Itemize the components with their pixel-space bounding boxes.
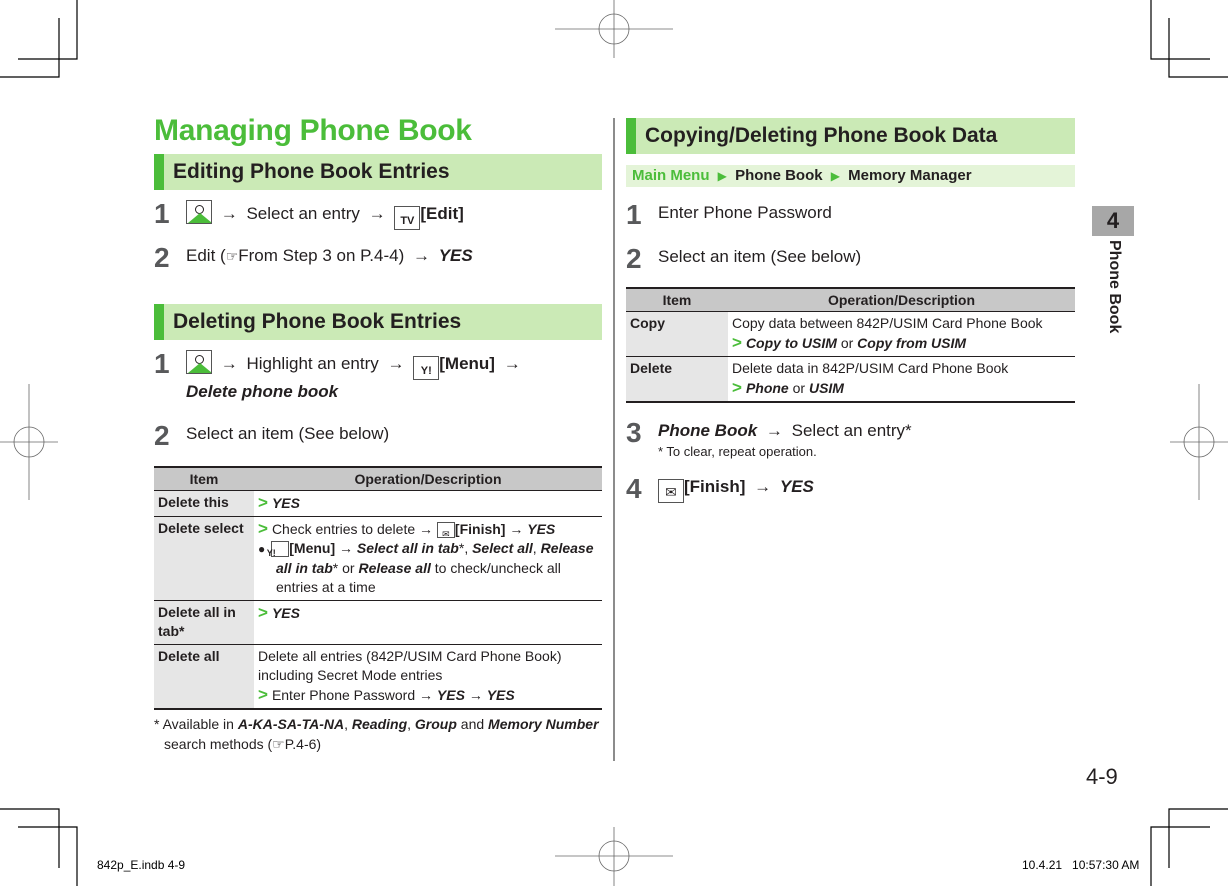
left-column: Editing Phone Book Entries 1 → Select an… <box>154 154 602 754</box>
phone-book-key-icon <box>186 350 212 374</box>
editing-step-2: 2 Edit (☞From Step 3 on P.4-4) → YES <box>154 242 473 273</box>
row-item: Delete select <box>154 516 254 601</box>
step-marker-icon: > <box>258 493 268 512</box>
chapter-label: Phone Book <box>1106 240 1123 334</box>
registration-mark-right <box>1170 384 1228 500</box>
key-label-menu: [Menu] <box>439 354 495 373</box>
yahoo-menu-key-icon: Y! <box>267 541 290 558</box>
table-header-row: Item Operation/Description <box>626 287 1075 312</box>
table-row: Delete Delete data in 842P/USIM Card Pho… <box>626 356 1075 403</box>
page-title: Managing Phone Book <box>154 114 472 147</box>
column-header-operation: Operation/Description <box>254 466 602 491</box>
crop-mark-bottom-left-inner <box>18 826 78 886</box>
page-reference: P.4-6) <box>284 736 322 752</box>
table-row: Delete all Delete all entries (842P/USIM… <box>154 644 602 710</box>
right-column: Copying/Deleting Phone Book Data Main Me… <box>626 118 1075 503</box>
registration-mark-bottom <box>555 827 673 886</box>
crop-mark-bottom-right-inner <box>1150 826 1210 886</box>
table-row: Delete this > YES <box>154 490 602 517</box>
arrow-icon: → <box>368 204 386 223</box>
table-row: Copy Copy data between 842P/USIM Card Ph… <box>626 311 1075 357</box>
breadcrumb-main-menu: Main Menu <box>632 167 710 184</box>
step-marker-icon: > <box>732 378 742 397</box>
arrow-icon: → <box>412 246 430 265</box>
slug-timestamp: 10.4.21 10:57:30 AM <box>1022 858 1140 872</box>
row-item: Delete all in tab* <box>154 600 254 645</box>
mail-key-icon: ✉ <box>658 479 684 503</box>
arrow-icon: → <box>387 354 405 373</box>
chapter-number-tab: 4 <box>1092 206 1134 236</box>
breadcrumb-item: Phone Book <box>735 167 823 184</box>
bullet-icon: ● <box>258 542 266 556</box>
row-item: Delete all <box>154 644 254 710</box>
tv-key-icon: TV <box>394 206 421 230</box>
step-note: * To clear, repeat operation. <box>658 444 817 459</box>
page-number: 4-9 <box>1086 764 1118 789</box>
section-heading-copying: Copying/Deleting Phone Book Data <box>626 118 1075 154</box>
section-heading-editing: Editing Phone Book Entries <box>154 154 602 190</box>
delete-options-table: Item Operation/Description Delete this >… <box>154 466 602 710</box>
registration-mark-left <box>0 384 58 500</box>
slug-file-info: 842p_E.indb 4-9 <box>97 858 186 872</box>
row-item: Copy <box>626 311 728 357</box>
registration-mark-top <box>555 0 673 58</box>
step-marker-icon: > <box>258 603 268 622</box>
step-number: 1 <box>154 348 170 379</box>
crop-mark-top-right-outer <box>1150 0 1210 60</box>
step-number: 1 <box>626 199 642 230</box>
deleting-step-1: 1 → Highlight an entry → Y! [Menu] → Dele… <box>154 348 521 402</box>
reference-hand-icon: ☞ <box>272 736 285 752</box>
key-label-edit: [Edit] <box>420 204 464 223</box>
table-row: Delete all in tab* > YES <box>154 600 602 645</box>
step-number: 2 <box>626 243 642 274</box>
copying-step-2: 2 Select an item (See below) <box>626 243 862 274</box>
phone-book-key-icon <box>186 200 212 224</box>
breadcrumb: Main Menu ▶ Phone Book ▶ Memory Manager <box>626 165 1075 187</box>
crop-mark-top-left-inner <box>0 18 60 78</box>
arrow-icon: → <box>220 204 238 223</box>
arrow-icon: → <box>220 354 238 373</box>
section-heading-deleting: Deleting Phone Book Entries <box>154 304 602 340</box>
breadcrumb-arrow-icon: ▶ <box>830 169 840 183</box>
key-label-finish: [Finish] <box>684 477 746 496</box>
crop-mark-bottom-left-outer <box>0 808 60 868</box>
table-header-row: Item Operation/Description <box>154 466 602 491</box>
copying-step-4: 4 ✉ [Finish] → YES <box>626 473 814 504</box>
result-yes: YES <box>438 246 473 265</box>
page-reference: From Step 3 on P.4-4) <box>238 246 405 265</box>
footnote: * Available in A-KA-SA-TA-NA, Reading, G… <box>154 716 599 752</box>
step-marker-icon: > <box>732 333 742 352</box>
step-number: 1 <box>154 198 170 229</box>
row-item: Delete this <box>154 490 254 517</box>
step-number: 3 <box>626 417 642 448</box>
arrow-icon: → <box>503 354 521 373</box>
step-marker-icon: > <box>258 519 268 538</box>
step-number: 2 <box>154 242 170 273</box>
column-header-operation: Operation/Description <box>728 287 1075 312</box>
row-item: Delete <box>626 356 728 403</box>
arrow-icon: → <box>765 421 783 440</box>
step-marker-icon: > <box>258 685 268 704</box>
step-text: Select an entry <box>246 204 360 223</box>
copy-delete-table: Item Operation/Description Copy Copy dat… <box>626 287 1075 403</box>
table-row: Delete select > Check entries to delete →… <box>154 516 602 601</box>
crop-mark-top-left-outer <box>18 0 78 60</box>
step-number: 2 <box>154 420 170 451</box>
deleting-step-2: 2 Select an item (See below) <box>154 420 390 451</box>
step-number: 4 <box>626 473 642 504</box>
mail-key-icon: ✉ <box>436 522 455 539</box>
arrow-icon: → <box>754 477 772 496</box>
reference-hand-icon: ☞ <box>225 248 239 264</box>
breadcrumb-item: Memory Manager <box>848 167 972 184</box>
column-header-item: Item <box>626 287 728 312</box>
yahoo-menu-key-icon: Y! <box>413 356 440 380</box>
copying-step-3: 3 Phone Book → Select an entry* * To cle… <box>626 417 912 460</box>
copying-step-1: 1 Enter Phone Password <box>626 199 832 230</box>
crop-mark-top-right-inner <box>1168 18 1228 78</box>
editing-step-1: 1 → Select an entry → TV [Edit] <box>154 200 602 230</box>
column-header-item: Item <box>154 466 254 491</box>
breadcrumb-arrow-icon: ▶ <box>717 169 727 183</box>
crop-mark-bottom-right-outer <box>1168 808 1228 868</box>
menu-option-delete-phone-book: Delete phone book <box>186 382 339 401</box>
